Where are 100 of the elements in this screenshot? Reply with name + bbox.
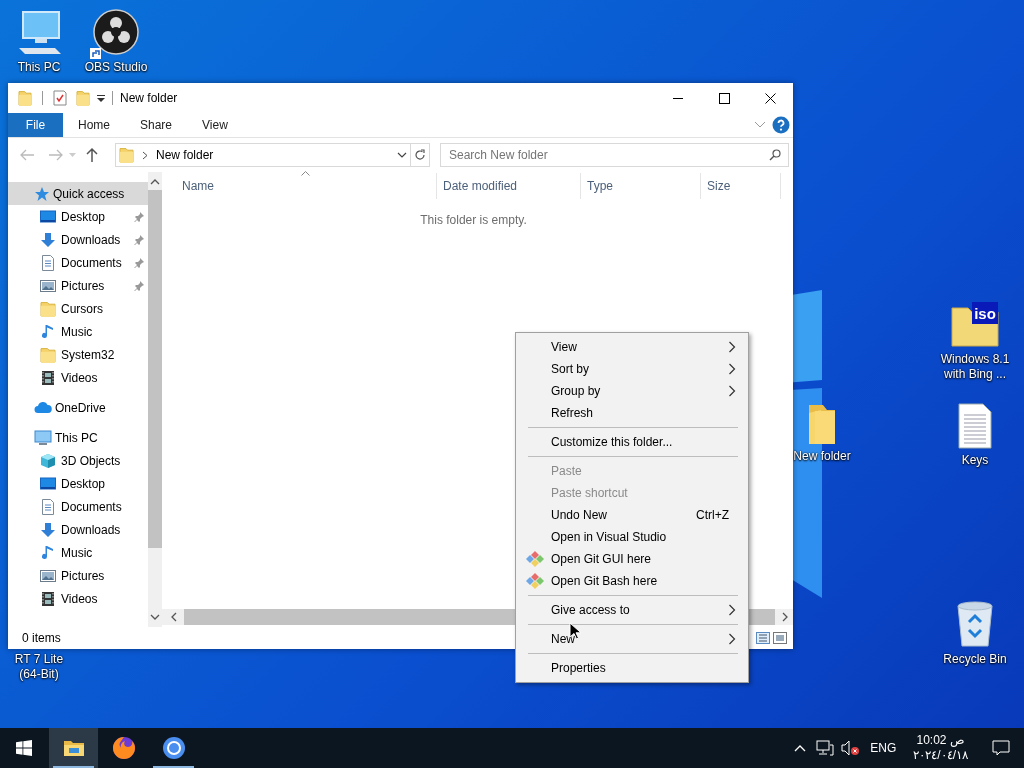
sidebar-item[interactable]: Music: [8, 320, 148, 343]
desktop-icon-label[interactable]: New folder: [793, 449, 851, 464]
picture-icon: [40, 567, 56, 584]
sidebar-item[interactable]: Videos: [8, 366, 148, 389]
document-icon[interactable]: [957, 403, 993, 449]
shortcut-text: Ctrl+Z: [696, 507, 729, 524]
film-icon: [40, 369, 56, 386]
sidebar-item[interactable]: OneDrive: [8, 396, 148, 419]
help-icon[interactable]: [772, 116, 790, 134]
browser-icon[interactable]: [161, 736, 186, 760]
dropdown-icon[interactable]: [97, 94, 105, 102]
sidebar-item[interactable]: Cursors: [8, 297, 148, 320]
sidebar-item[interactable]: Videos: [8, 587, 148, 610]
column-header[interactable]: Date modified: [437, 173, 581, 199]
pin-icon: [134, 257, 144, 268]
close-icon: [764, 92, 776, 104]
cube-icon: [40, 452, 56, 469]
search-field[interactable]: Search New folder: [440, 143, 789, 167]
menu-item[interactable]: Group by: [518, 380, 746, 402]
star-icon: [34, 185, 50, 202]
down-arrow-icon: [40, 231, 56, 248]
sidebar-item[interactable]: Pictures: [8, 274, 148, 297]
details-view-icon[interactable]: [756, 632, 770, 644]
obs-logo-icon[interactable]: [92, 8, 140, 56]
network-icon[interactable]: [816, 740, 835, 756]
menu-item[interactable]: Undo New Ctrl+Z: [518, 504, 746, 526]
scrollbar-thumb[interactable]: [148, 190, 162, 548]
down-arrow-icon: [40, 521, 56, 538]
speaker-muted-icon[interactable]: [840, 740, 861, 756]
desktop-icon-label[interactable]: Keys: [961, 453, 989, 468]
menu-item[interactable]: View: [518, 336, 746, 358]
sidebar-item[interactable]: Downloads: [8, 518, 148, 541]
sidebar-item[interactable]: Music: [8, 541, 148, 564]
notification-icon[interactable]: [992, 740, 1010, 756]
picture-icon: [40, 277, 56, 294]
sidebar-item[interactable]: Documents: [8, 495, 148, 518]
dropdown-icon[interactable]: [397, 152, 407, 158]
sidebar-item[interactable]: System32: [8, 343, 148, 366]
ribbon-tab[interactable]: Home: [63, 113, 125, 137]
folder-icon: [119, 147, 134, 163]
language-indicator[interactable]: ENG: [870, 739, 897, 757]
menu-item[interactable]: Give access to: [518, 599, 746, 621]
up-arrow-icon[interactable]: [85, 147, 99, 163]
menu-item[interactable]: New: [518, 628, 746, 650]
menu-item[interactable]: Open Git Bash here: [518, 570, 746, 592]
time-text: ص 10:02: [916, 733, 965, 748]
sidebar-item[interactable]: Desktop: [8, 205, 148, 228]
ribbon-tab[interactable]: Share: [125, 113, 188, 137]
address-bar[interactable]: New folder: [115, 143, 411, 167]
checklist-icon[interactable]: [53, 90, 67, 106]
sidebar-item[interactable]: 3D Objects: [8, 449, 148, 472]
scroll-right-icon: [781, 612, 789, 622]
sidebar-item[interactable]: Downloads: [8, 228, 148, 251]
scrollbar[interactable]: [148, 172, 162, 627]
refresh-button[interactable]: [411, 143, 430, 167]
recycle-bin-icon[interactable]: [955, 600, 995, 648]
sidebar-item[interactable]: Desktop: [8, 472, 148, 495]
chevron-down-icon[interactable]: [754, 121, 766, 129]
film-icon: [40, 590, 56, 607]
iso-label: iso: [974, 305, 996, 322]
diamond-icon: [526, 551, 544, 567]
menu-item[interactable]: Open Git GUI here: [518, 548, 746, 570]
desktop-icon-label[interactable]: Windows 8.1 with Bing ...: [935, 352, 1015, 382]
column-header[interactable]: Type: [581, 173, 701, 199]
show-hidden-icons-icon[interactable]: [794, 744, 807, 752]
sidebar-item[interactable]: Documents: [8, 251, 148, 274]
scroll-up-icon: [150, 178, 160, 186]
desktop-icon-label[interactable]: OBS Studio: [84, 60, 148, 75]
sidebar-item[interactable]: Pictures: [8, 564, 148, 587]
menu-item[interactable]: Customize this folder...: [518, 431, 746, 453]
diamond-icon: [526, 573, 544, 589]
folder-icon: [40, 300, 56, 317]
column-header[interactable]: Size: [701, 173, 781, 199]
music-note-icon: [40, 544, 56, 561]
desktop-icon-label[interactable]: This PC: [17, 60, 61, 75]
document-icon: [40, 498, 56, 515]
maximize-icon: [718, 92, 730, 104]
desktop-icon-label[interactable]: Recycle Bin: [943, 652, 1007, 667]
desktop-icon-label[interactable]: RT 7 Lite (64-Bit): [11, 652, 67, 682]
folder-icon[interactable]: [807, 403, 837, 445]
menu-item[interactable]: Refresh: [518, 402, 746, 424]
windows-logo-icon[interactable]: [16, 740, 32, 756]
monitor-icon: [40, 475, 56, 492]
large-icons-view-icon[interactable]: [773, 632, 787, 644]
folder-icon[interactable]: [62, 739, 85, 757]
ribbon-tab[interactable]: View: [187, 113, 243, 137]
sidebar-item[interactable]: Quick access: [8, 182, 148, 205]
ribbon-tab[interactable]: File: [8, 113, 63, 137]
clock[interactable]: ص 10:02 ٢٠٢٤/٠٤/١٨: [905, 733, 976, 763]
pin-icon: [134, 234, 144, 245]
fox-globe-icon[interactable]: [111, 736, 136, 760]
sidebar-item[interactable]: This PC: [8, 426, 148, 449]
menu-item[interactable]: Open in Visual Studio: [518, 526, 746, 548]
music-note-icon: [40, 323, 56, 340]
column-header[interactable]: Name: [162, 173, 437, 199]
refresh-icon: [414, 149, 426, 161]
sort-up-icon: [301, 171, 310, 176]
menu-item[interactable]: Sort by: [518, 358, 746, 380]
taskbar-button[interactable]: [49, 728, 98, 768]
menu-item[interactable]: Properties: [518, 657, 746, 679]
